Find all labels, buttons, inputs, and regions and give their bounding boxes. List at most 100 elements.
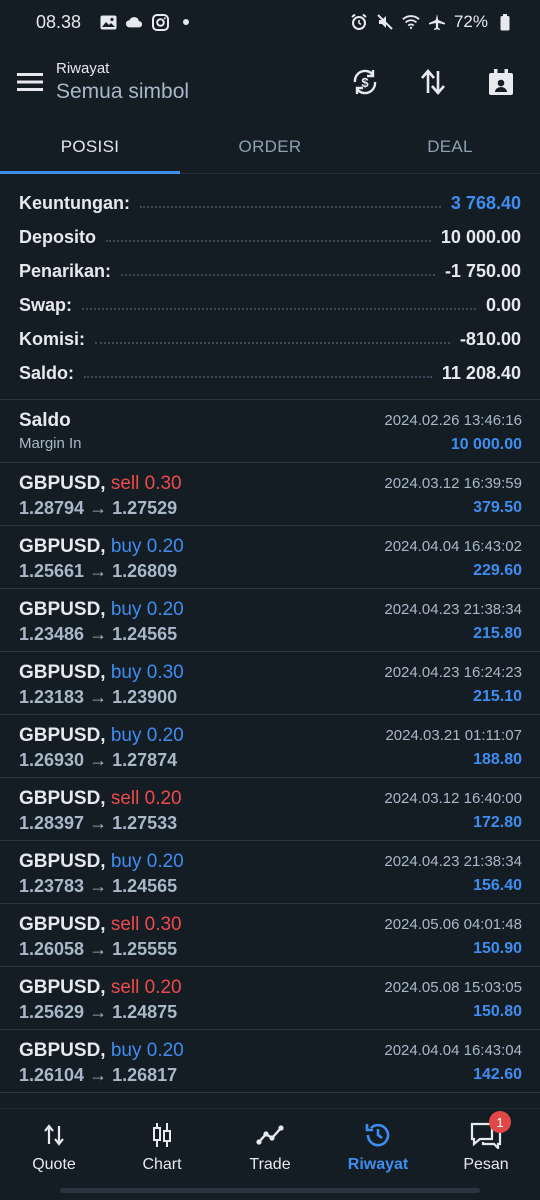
summary-profit-row: Keuntungan: 3 768.40 <box>0 186 540 220</box>
calendar-icon <box>489 69 513 95</box>
status-bar: 08.38 72% <box>0 0 540 44</box>
notification-dot-icon <box>177 13 195 31</box>
nav-riwayat-label: Riwayat <box>347 1155 409 1173</box>
deal-side-volume: sell 0.30 <box>110 473 182 494</box>
deal-title: GBPUSD, buy 0.20 <box>19 725 184 747</box>
deal-profit: 215.80 <box>473 625 522 642</box>
swap-value: 0.00 <box>485 294 521 315</box>
cloud-icon <box>125 13 143 31</box>
airplane-icon <box>428 13 446 31</box>
deal-datetime: 2024.03.12 16:40:00 <box>384 790 522 807</box>
deal-symbol: GBPUSD, <box>19 1040 106 1061</box>
history-list: Saldo Margin In 2024.02.26 13:46:16 10 0… <box>0 400 540 1093</box>
instagram-icon <box>151 13 169 31</box>
commission-value: -810.00 <box>459 328 521 349</box>
balance-entry-subtitle: Margin In <box>19 435 82 452</box>
deal-profit: 379.50 <box>473 499 522 516</box>
nav-chart[interactable]: Chart <box>108 1109 216 1184</box>
deal-title: GBPUSD, buy 0.30 <box>19 662 184 684</box>
summary-commission-row: Komisi: -810.00 <box>0 322 540 356</box>
deal-title: GBPUSD, buy 0.20 <box>19 536 184 558</box>
dotted-leader <box>106 240 431 242</box>
balance-entry-amount: 10 000.00 <box>450 436 522 453</box>
mute-icon <box>376 13 394 31</box>
nav-riwayat[interactable]: Riwayat <box>324 1109 432 1184</box>
deal-prices: 1.25629 → 1.24875 <box>19 1002 178 1022</box>
balance-label: Saldo: <box>19 362 75 383</box>
deal-row[interactable]: GBPUSD, buy 0.20 1.23783 → 1.24565 2024.04… <box>0 841 540 904</box>
quote-arrows-icon <box>42 1120 66 1150</box>
deal-row[interactable]: GBPUSD, sell 0.30 1.26058 → 1.25555 2024.0… <box>0 904 540 967</box>
deal-profit: 229.60 <box>473 562 522 579</box>
deal-symbol: GBPUSD, <box>19 536 106 557</box>
deal-title: GBPUSD, sell 0.30 <box>19 914 182 936</box>
hamburger-icon <box>17 73 43 91</box>
calendar-button[interactable] <box>476 57 526 107</box>
deposit-value: 10 000.00 <box>440 226 521 247</box>
deal-prices: 1.26058 → 1.25555 <box>19 939 178 959</box>
deal-row[interactable]: GBPUSD, buy 0.20 1.23486 → 1.24565 2024.04… <box>0 589 540 652</box>
deal-symbol: GBPUSD, <box>19 788 106 809</box>
history-clock-icon <box>364 1120 392 1150</box>
summary-withdrawal-row: Penarikan: -1 750.00 <box>0 254 540 288</box>
deal-prices: 1.28397 → 1.27533 <box>19 813 178 833</box>
dotted-leader <box>95 342 450 344</box>
nav-trade[interactable]: Trade <box>216 1109 324 1184</box>
deal-prices: 1.23183 → 1.23900 <box>19 687 178 707</box>
deal-side-volume: buy 0.30 <box>110 662 184 683</box>
deal-row[interactable]: GBPUSD, buy 0.20 1.25661 → 1.26809 2024.04… <box>0 526 540 589</box>
deal-symbol: GBPUSD, <box>19 725 106 746</box>
nav-quote[interactable]: Quote <box>0 1109 108 1184</box>
deal-symbol: GBPUSD, <box>19 851 106 872</box>
deal-row[interactable]: GBPUSD, sell 0.30 1.28794 → 1.27529 2024.0… <box>0 463 540 526</box>
tab-deal[interactable]: DEAL <box>360 120 540 173</box>
dotted-leader <box>82 308 476 310</box>
battery-percent: 72% <box>453 12 488 31</box>
deal-title: GBPUSD, sell 0.30 <box>19 473 182 495</box>
bottom-navigation: Quote Chart Trade Riwayat 1 Pesan <box>0 1108 540 1184</box>
commission-label: Komisi: <box>19 328 86 349</box>
deal-row[interactable]: GBPUSD, buy 0.30 1.23183 → 1.23900 2024.04… <box>0 652 540 715</box>
deal-profit: 188.80 <box>473 751 522 768</box>
deal-prices: 1.28794 → 1.27529 <box>19 498 178 518</box>
nav-quote-label: Quote <box>32 1155 76 1173</box>
nav-pesan[interactable]: 1 Pesan <box>432 1109 540 1184</box>
sort-arrows-icon <box>421 69 445 95</box>
deposit-label: Deposito <box>19 226 97 247</box>
deal-datetime: 2024.05.06 04:01:48 <box>384 916 522 933</box>
nav-trade-label: Trade <box>249 1155 291 1173</box>
deal-datetime: 2024.03.12 16:39:59 <box>384 475 522 492</box>
currency-refresh-button[interactable]: $ <box>340 57 390 107</box>
deal-datetime: 2024.04.04 16:43:02 <box>384 538 522 555</box>
deal-datetime: 2024.05.08 15:03:05 <box>384 979 522 996</box>
deal-profit: 156.40 <box>473 877 522 894</box>
deal-title: GBPUSD, sell 0.20 <box>19 788 182 810</box>
deal-symbol: GBPUSD, <box>19 977 106 998</box>
deal-datetime: 2024.04.04 16:43:04 <box>384 1042 522 1059</box>
deal-row[interactable]: GBPUSD, buy 0.20 1.26104 → 1.26817 2024.04… <box>0 1030 540 1093</box>
header-titles[interactable]: Riwayat Semua simbol <box>56 60 189 104</box>
tab-posisi[interactable]: POSISI <box>0 120 180 174</box>
deal-row[interactable]: GBPUSD, sell 0.20 1.28397 → 1.27533 2024.0… <box>0 778 540 841</box>
status-time: 08.38 <box>36 11 82 32</box>
deal-profit: 215.10 <box>473 688 522 705</box>
deal-side-volume: buy 0.20 <box>110 536 184 557</box>
summary-panel: Keuntungan: 3 768.40 Deposito 10 000.00 … <box>0 186 540 390</box>
deal-symbol: GBPUSD, <box>19 914 106 935</box>
deal-row[interactable]: GBPUSD, buy 0.20 1.26930 → 1.27874 2024.03… <box>0 715 540 778</box>
candlestick-icon <box>150 1120 174 1150</box>
menu-button[interactable] <box>4 56 56 108</box>
balance-entry[interactable]: Saldo Margin In 2024.02.26 13:46:16 10 0… <box>0 400 540 463</box>
gesture-bar <box>60 1188 480 1193</box>
deal-symbol: GBPUSD, <box>19 662 106 683</box>
deal-side-volume: sell 0.20 <box>110 788 182 809</box>
deal-prices: 1.26104 → 1.26817 <box>19 1065 178 1085</box>
page-title: Semua simbol <box>56 80 190 103</box>
swap-label: Swap: <box>19 294 73 315</box>
deal-profit: 172.80 <box>473 814 522 831</box>
deal-row[interactable]: GBPUSD, sell 0.20 1.25629 → 1.24875 2024.0… <box>0 967 540 1030</box>
summary-swap-row: Swap: 0.00 <box>0 288 540 322</box>
deal-prices: 1.25661 → 1.26809 <box>19 561 178 581</box>
tab-order[interactable]: ORDER <box>180 120 360 173</box>
sort-button[interactable] <box>408 57 458 107</box>
